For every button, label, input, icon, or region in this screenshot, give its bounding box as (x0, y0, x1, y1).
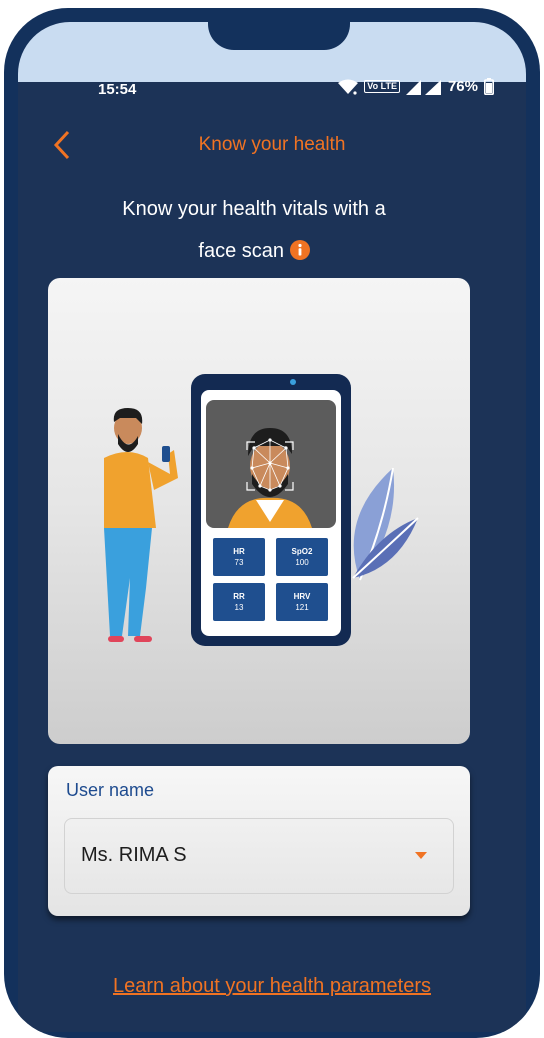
vital-value: 100 (295, 558, 309, 567)
status-icons: Vo LTE 76% (338, 78, 494, 95)
volte-badge: Vo LTE (364, 80, 400, 93)
user-name-value: Ms. RIMA S (81, 844, 187, 866)
vital-tile-hr (213, 538, 265, 576)
signal-icon (405, 79, 442, 95)
vital-value: 73 (235, 558, 244, 567)
battery-icon (484, 78, 494, 95)
vital-label: RR (233, 592, 245, 601)
wifi-icon (338, 79, 359, 95)
vital-tile-hrv (276, 583, 328, 621)
vital-label: SpO2 (292, 547, 313, 556)
learn-health-parameters-link[interactable]: Learn about your health parameters (0, 975, 544, 998)
vital-tile-spo2 (276, 538, 328, 576)
subtitle-line-1: Know your health vitals with a (122, 198, 386, 220)
subtitle: Know your health vitals with a face scan (40, 188, 468, 272)
vital-label: HR (233, 547, 245, 556)
info-icon[interactable] (289, 233, 310, 260)
page-title: Know your health (198, 134, 346, 155)
status-bar: 15:54 Vo LTE 76% (0, 78, 544, 102)
face-scan-illustration: HR 73 SpO2 100 RR 13 HRV 121 (104, 374, 419, 646)
dropdown-arrow-icon (415, 852, 427, 859)
user-name-dropdown[interactable]: Ms. RIMA S (64, 818, 454, 894)
status-time: 15:54 (98, 81, 137, 98)
vital-value: 121 (295, 603, 309, 612)
vital-value: 13 (235, 603, 244, 612)
battery-percent: 76% (447, 78, 478, 95)
camera-notch (208, 22, 350, 50)
phone-mockup: HR 73 SpO2 100 RR 13 HRV 121 (191, 374, 351, 646)
app-header: Know your health (0, 128, 544, 168)
user-card: User name Ms. RIMA S (48, 766, 470, 916)
user-name-label: User name (66, 780, 155, 800)
subtitle-line-2: face scan (40, 230, 468, 272)
subtitle-line-2-text: face scan (198, 240, 285, 262)
vital-label: HRV (294, 592, 311, 601)
illustration-card: HR 73 SpO2 100 RR 13 HRV 121 (48, 278, 470, 744)
vital-tile-rr (213, 583, 265, 621)
leaf-decoration (352, 467, 419, 581)
person-figure (104, 408, 178, 642)
